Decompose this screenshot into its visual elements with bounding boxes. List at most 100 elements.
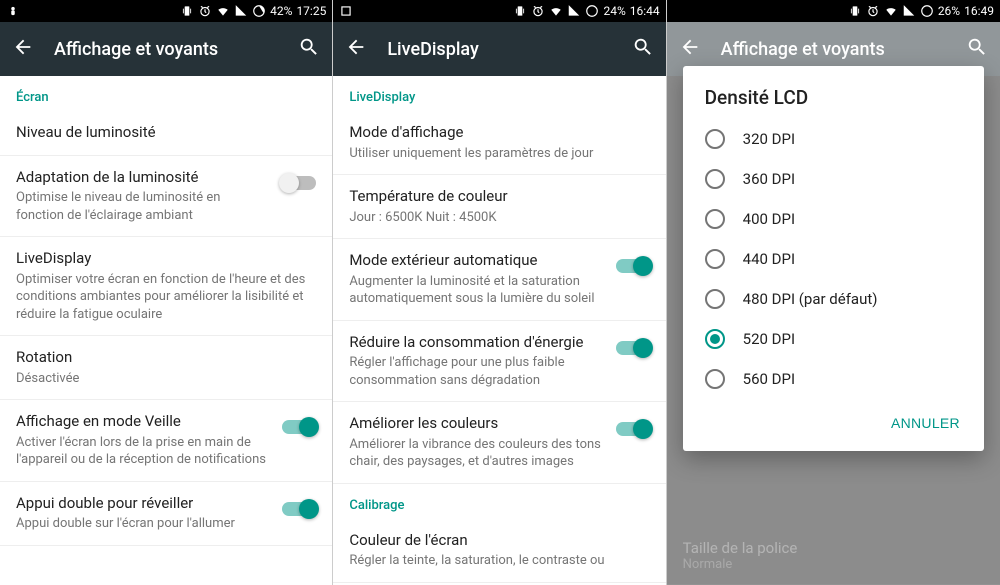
back-icon[interactable]	[12, 36, 34, 62]
radio-560[interactable]: 560 DPI	[683, 359, 984, 399]
toolbar: LiveDisplay	[333, 22, 665, 76]
toggle-reduce-power[interactable]	[616, 341, 650, 355]
setting-title: Niveau de luminosité	[16, 123, 316, 143]
setting-rotation[interactable]: Rotation Désactivée	[0, 336, 332, 400]
status-bar: 42% 17:25	[0, 0, 332, 22]
panel-display-settings: 42% 17:25 Affichage et voyants Écran Niv…	[0, 0, 333, 585]
clock: 16:44	[630, 4, 660, 18]
search-icon[interactable]	[298, 36, 320, 62]
setting-title: Taille de la police	[683, 539, 984, 557]
status-bar: 26% 16:49	[667, 0, 1000, 22]
setting-sub: Régler la teinte, la saturation, le cont…	[349, 552, 649, 570]
vibrate-icon	[513, 4, 527, 18]
radio-label: 440 DPI	[743, 250, 795, 268]
vibrate-icon	[848, 4, 862, 18]
app-icon	[6, 4, 20, 18]
battery-icon	[920, 4, 934, 18]
setting-sub: Améliorer la vibrance des couleurs des t…	[349, 436, 603, 471]
battery-icon	[252, 4, 266, 18]
setting-color-temp[interactable]: Température de couleur Jour : 6500K Nuit…	[333, 175, 665, 239]
setting-title: Rotation	[16, 348, 316, 368]
back-icon	[679, 36, 701, 62]
setting-double-tap-wake[interactable]: Appui double pour réveiller Appui double…	[0, 482, 332, 546]
section-header-livedisplay: LiveDisplay	[333, 76, 665, 111]
radio-400[interactable]: 400 DPI	[683, 199, 984, 239]
setting-sub: Augmenter la luminosité et la saturation…	[349, 273, 603, 308]
status-bar: 24% 16:44	[333, 0, 665, 22]
radio-440[interactable]: 440 DPI	[683, 239, 984, 279]
toolbar-title: LiveDisplay	[387, 39, 611, 60]
radio-label: 560 DPI	[743, 370, 795, 388]
setting-title: Température de couleur	[349, 187, 649, 207]
setting-sub: Régler l'affichage pour une plus faible …	[349, 354, 603, 389]
search-icon[interactable]	[632, 36, 654, 62]
setting-title: Mode d'affichage	[349, 123, 649, 143]
wifi-icon	[549, 4, 563, 18]
back-icon[interactable]	[345, 36, 367, 62]
cancel-button[interactable]: ANNULER	[879, 407, 972, 439]
section-header-ecran: Écran	[0, 76, 332, 111]
clock: 17:25	[296, 4, 326, 18]
setting-brightness[interactable]: Niveau de luminosité	[0, 111, 332, 156]
clock: 16:49	[964, 4, 994, 18]
setting-title: Réduire la consommation d'énergie	[349, 333, 603, 353]
panel-density-dialog: 26% 16:49 Affichage et voyants Taille de…	[667, 0, 1000, 585]
signal-icon	[902, 4, 916, 18]
alarm-icon	[866, 4, 880, 18]
wifi-icon	[884, 4, 898, 18]
setting-title: LiveDisplay	[16, 249, 316, 269]
setting-sub: Désactivée	[16, 370, 316, 388]
toggle-double-tap-wake[interactable]	[282, 502, 316, 516]
battery-percent: 24%	[603, 4, 625, 18]
toggle-outdoor-mode[interactable]	[616, 259, 650, 273]
setting-title: Affichage en mode Veille	[16, 412, 270, 432]
alarm-icon	[531, 4, 545, 18]
toolbar-title: Affichage et voyants	[721, 39, 946, 60]
radio-icon	[705, 249, 725, 269]
signal-icon	[234, 4, 248, 18]
setting-reduce-power[interactable]: Réduire la consommation d'énergie Régler…	[333, 321, 665, 403]
settings-list[interactable]: Écran Niveau de luminosité Adaptation de…	[0, 76, 332, 585]
radio-360[interactable]: 360 DPI	[683, 159, 984, 199]
radio-icon	[705, 289, 725, 309]
battery-icon	[585, 4, 599, 18]
signal-icon	[567, 4, 581, 18]
radio-480[interactable]: 480 DPI (par défaut)	[683, 279, 984, 319]
setting-sub: Jour : 6500K Nuit : 4500K	[349, 209, 649, 227]
setting-display-mode[interactable]: Mode d'affichage Utiliser uniquement les…	[333, 111, 665, 175]
dialog-title: Densité LCD	[683, 86, 984, 119]
setting-title: Améliorer les couleurs	[349, 414, 603, 434]
toggle-enhance-colors[interactable]	[616, 422, 650, 436]
setting-enhance-colors[interactable]: Améliorer les couleurs Améliorer la vibr…	[333, 402, 665, 484]
wifi-icon	[216, 4, 230, 18]
setting-screen-color[interactable]: Couleur de l'écran Régler la teinte, la …	[333, 519, 665, 583]
setting-title: Appui double pour réveiller	[16, 494, 270, 514]
radio-icon	[705, 129, 725, 149]
setting-adaptive-brightness[interactable]: Adaptation de la luminosité Optimise le …	[0, 156, 332, 238]
radio-label: 360 DPI	[743, 170, 795, 188]
setting-sub: Optimiser votre écran en fonction de l'h…	[16, 271, 316, 324]
radio-520[interactable]: 520 DPI	[683, 319, 984, 359]
setting-ambient-display[interactable]: Affichage en mode Veille Activer l'écran…	[0, 400, 332, 482]
setting-title: Couleur de l'écran	[349, 531, 649, 551]
radio-320[interactable]: 320 DPI	[683, 119, 984, 159]
toolbar: Affichage et voyants	[0, 22, 332, 76]
dialog-lcd-density: Densité LCD 320 DPI 360 DPI 400 DPI 440 …	[683, 66, 984, 451]
setting-sub: Utiliser uniquement les paramètres de jo…	[349, 145, 649, 163]
radio-icon	[705, 169, 725, 189]
battery-percent: 26%	[938, 4, 960, 18]
setting-livedisplay[interactable]: LiveDisplay Optimiser votre écran en fon…	[0, 237, 332, 336]
radio-label: 320 DPI	[743, 130, 795, 148]
setting-outdoor-mode[interactable]: Mode extérieur automatique Augmenter la …	[333, 239, 665, 321]
toolbar-title: Affichage et voyants	[54, 39, 278, 60]
setting-sub: Normale	[683, 557, 984, 572]
panel-livedisplay: 24% 16:44 LiveDisplay LiveDisplay Mode d…	[333, 0, 666, 585]
alarm-icon	[198, 4, 212, 18]
settings-list[interactable]: LiveDisplay Mode d'affichage Utiliser un…	[333, 76, 665, 585]
radio-label: 480 DPI (par défaut)	[743, 290, 878, 308]
toggle-adaptive-brightness[interactable]	[282, 176, 316, 190]
radio-label: 520 DPI	[743, 330, 795, 348]
radio-icon	[705, 209, 725, 229]
toggle-ambient-display[interactable]	[282, 420, 316, 434]
radio-label: 400 DPI	[743, 210, 795, 228]
